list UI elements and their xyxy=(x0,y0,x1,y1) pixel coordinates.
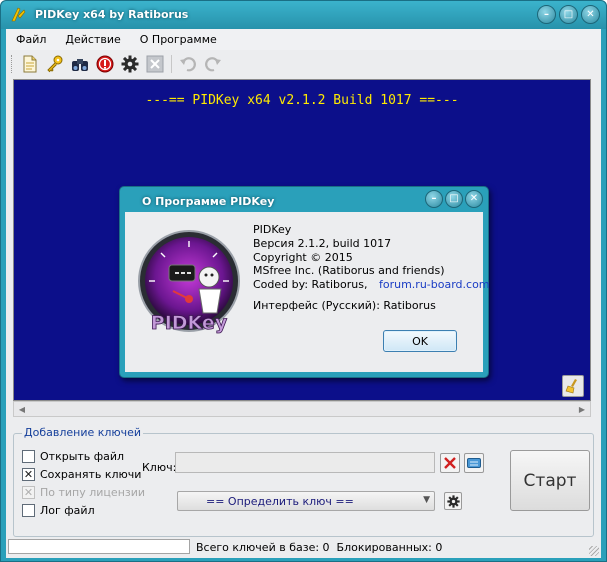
gear-icon[interactable] xyxy=(119,53,141,75)
status-text: Всего ключей в базе: 0 Блокированных: 0 xyxy=(196,541,443,554)
menu-bar: Файл Действие О Программе xyxy=(6,29,601,50)
app-icon xyxy=(11,7,26,22)
progress-bar xyxy=(8,539,190,554)
paste-key-button[interactable] xyxy=(464,453,484,473)
checkbox-box[interactable] xyxy=(22,504,35,517)
about-company: MSfree Inc. (Ratiborus and friends) xyxy=(253,264,445,277)
checkbox-box: ✕ xyxy=(22,486,35,499)
cancel-icon[interactable] xyxy=(144,53,166,75)
checkbox-label: По типу лицензии xyxy=(40,486,146,499)
redo-icon[interactable] xyxy=(202,53,224,75)
about-coded-by: Coded by: Ratiborus, forum.ru-board.com xyxy=(253,278,490,291)
key-settings-button[interactable] xyxy=(444,492,462,510)
binoculars-icon[interactable] xyxy=(69,53,91,75)
checkbox-box[interactable] xyxy=(22,450,35,463)
about-interface: Интерфейс (Русский): Ratiborus xyxy=(253,299,436,312)
checkbox-save-keys[interactable]: ✕ Сохранять ключи xyxy=(22,468,141,481)
checkbox-label: Открыть файл xyxy=(40,450,125,463)
menu-about[interactable]: О Программе xyxy=(130,29,226,50)
forum-link[interactable]: forum.ru-board.com xyxy=(379,278,490,291)
about-close-button[interactable]: ✕ xyxy=(465,190,483,208)
scroll-right-icon[interactable]: ▶ xyxy=(575,403,589,415)
toolbar xyxy=(6,51,601,77)
maximize-button[interactable]: □ xyxy=(559,5,578,24)
about-content: PIDKey PIDKey Версия 2.1.2, build 1017 C… xyxy=(125,212,490,372)
checkbox-box[interactable]: ✕ xyxy=(22,468,35,481)
clear-key-button[interactable] xyxy=(440,453,460,473)
clear-log-button[interactable] xyxy=(562,375,584,397)
window-title: PIDKey x64 by Ratiborus xyxy=(35,8,189,21)
key-label: Ключ: xyxy=(142,461,177,474)
add-keys-group: Добавление ключей Открыть файл ✕ Сохраня… xyxy=(13,426,594,537)
broom-icon xyxy=(565,379,577,394)
about-dialog: О Программе PIDKey – □ ✕ PIDKey PIDKey В… xyxy=(119,186,490,378)
checkbox-label: Сохранять ключи xyxy=(40,468,142,481)
stop-icon[interactable] xyxy=(94,53,116,75)
about-version: Версия 2.1.2, build 1017 xyxy=(253,237,392,250)
ok-button[interactable]: OK xyxy=(383,330,457,352)
about-dialog-title: О Программе PIDKey xyxy=(142,195,275,208)
pidkey-logo: PIDKey xyxy=(138,230,240,334)
key-type-select-value: == Определить ключ == xyxy=(206,494,354,508)
open-file-icon[interactable] xyxy=(19,53,41,75)
menu-action[interactable]: Действие xyxy=(55,29,129,50)
console-header: ---== PIDKey x64 v2.1.2 Build 1017 ==--- xyxy=(145,93,459,108)
about-minimize-button[interactable]: – xyxy=(425,190,443,208)
checkbox-open-file[interactable]: Открыть файл xyxy=(22,450,124,463)
logo-text: PIDKey xyxy=(151,312,228,334)
checkbox-license-type: ✕ По типу лицензии xyxy=(22,486,145,499)
checkbox-log-file[interactable]: Лог файл xyxy=(22,504,95,517)
red-x-icon xyxy=(444,457,456,469)
about-app-name: PIDKey xyxy=(253,223,292,236)
toolbar-grip[interactable] xyxy=(11,55,14,73)
checkbox-label: Лог файл xyxy=(40,504,95,517)
title-bar[interactable]: PIDKey x64 by Ratiborus – □ ✕ xyxy=(1,1,606,29)
chevron-down-icon: ▼ xyxy=(423,495,430,505)
status-bar: Всего ключей в базе: 0 Блокированных: 0 xyxy=(6,537,601,558)
about-copyright: Copyright © 2015 xyxy=(253,251,353,264)
key-input[interactable] xyxy=(175,452,435,473)
close-button[interactable]: ✕ xyxy=(581,5,600,24)
toolbar-separator xyxy=(171,55,172,73)
resize-grip[interactable] xyxy=(589,546,599,556)
gear-icon xyxy=(446,494,460,508)
scroll-left-icon[interactable]: ◀ xyxy=(15,403,29,415)
console-hscrollbar[interactable]: ◀ ▶ xyxy=(13,401,591,417)
menu-file[interactable]: Файл xyxy=(6,29,55,50)
key-type-select[interactable]: == Определить ключ == ▼ xyxy=(177,491,435,511)
minimize-button[interactable]: – xyxy=(537,5,556,24)
about-coded-by-text: Coded by: Ratiborus, xyxy=(253,278,368,291)
undo-icon[interactable] xyxy=(177,53,199,75)
key-icon[interactable] xyxy=(44,53,66,75)
group-title: Добавление ключей xyxy=(22,426,144,439)
start-button[interactable]: Старт xyxy=(510,450,590,511)
about-maximize-button[interactable]: □ xyxy=(445,190,463,208)
keyboard-icon xyxy=(467,458,481,468)
